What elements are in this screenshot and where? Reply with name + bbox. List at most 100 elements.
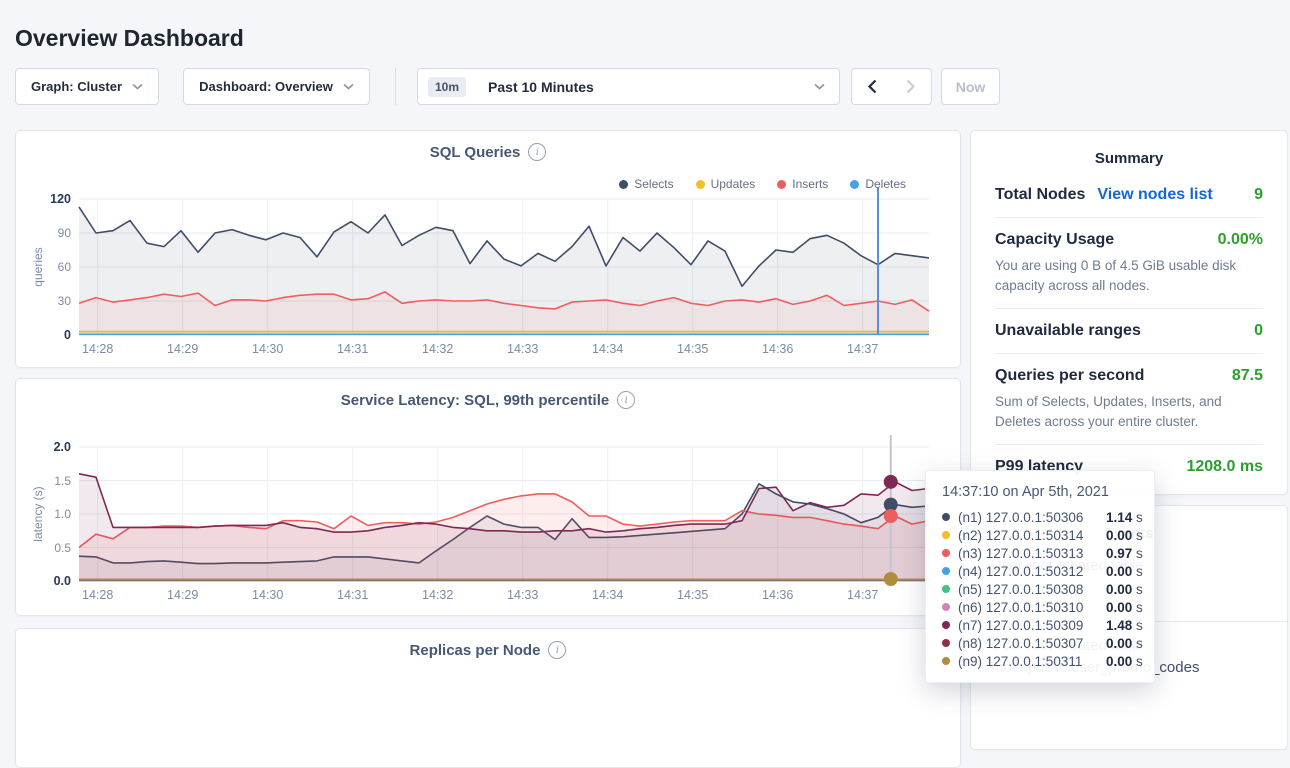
legend-dot [777, 180, 786, 189]
y-axis-tick: 90 [21, 226, 71, 240]
service-latency-chart[interactable]: 0.00.51.01.52.014:2814:2914:3014:3114:32… [16, 379, 960, 615]
x-axis-tick: 14:34 [578, 588, 638, 602]
node-color-dot [942, 531, 950, 539]
x-axis-tick: 14:32 [408, 342, 468, 356]
x-axis-tick: 14:33 [493, 342, 553, 356]
legend-label: Deletes [865, 177, 906, 191]
summary-panel: Summary Total Nodes View nodes list 9 Ca… [970, 130, 1288, 495]
page-title: Overview Dashboard [15, 25, 244, 52]
node-color-dot [942, 603, 950, 611]
node-latency-value: 1.14 [1106, 510, 1132, 525]
time-range-label: Past 10 Minutes [488, 79, 594, 95]
unavailable-ranges-label: Unavailable ranges [995, 322, 1141, 340]
x-axis-tick: 14:31 [323, 342, 383, 356]
service-latency-panel: 0.00.51.01.52.014:2814:2914:3014:3114:32… [15, 378, 961, 616]
view-nodes-list-link[interactable]: View nodes list [1097, 186, 1212, 204]
legend-item-deletes[interactable]: Deletes [850, 177, 906, 191]
node-latency-value: 0.00 [1106, 582, 1132, 597]
node-color-dot [942, 549, 950, 557]
time-range-badge: 10m [428, 77, 466, 97]
tooltip-timestamp: 14:37:10 on Apr 5th, 2021 [942, 484, 1138, 500]
x-axis-tick: 14:29 [153, 342, 213, 356]
node-color-dot [942, 639, 950, 647]
chart-title: Replicas per Node [410, 642, 541, 659]
latency-unit: s [1132, 600, 1143, 615]
legend-item-updates[interactable]: Updates [696, 177, 756, 191]
tooltip-row: (n7) 127.0.0.1:503091.48 s [942, 616, 1138, 634]
summary-row-unavailable-ranges: Unavailable ranges 0 [995, 309, 1263, 354]
summary-row-capacity: Capacity Usage 0.00% You are using 0 B o… [995, 218, 1263, 309]
legend-item-selects[interactable]: Selects [619, 177, 673, 191]
node-label: (n5) 127.0.0.1:50308 [958, 582, 1106, 597]
qps-label: Queries per second [995, 367, 1144, 385]
legend-label: Updates [711, 177, 756, 191]
info-glyph: i [536, 147, 539, 158]
chevron-right-icon [906, 79, 916, 94]
info-icon[interactable]: i [528, 143, 546, 161]
dashboard-dropdown[interactable]: Dashboard: Overview [183, 68, 370, 105]
y-axis-tick: 1.5 [21, 474, 71, 488]
summary-title: Summary [971, 131, 1287, 167]
legend-item-inserts[interactable]: Inserts [777, 177, 828, 191]
time-next-button[interactable] [891, 68, 932, 105]
tooltip-row: (n2) 127.0.0.1:503140.00 s [942, 526, 1138, 544]
node-label: (n8) 127.0.0.1:50307 [958, 636, 1106, 651]
x-axis-tick: 14:31 [323, 588, 383, 602]
y-axis-tick: 60 [21, 260, 71, 274]
y-axis-title: latency (s) [31, 464, 45, 564]
tooltip-row: (n1) 127.0.0.1:503061.14 s [942, 508, 1138, 526]
now-button[interactable]: Now [941, 68, 1000, 105]
node-label: (n2) 127.0.0.1:50314 [958, 528, 1106, 543]
x-axis-tick: 14:32 [408, 588, 468, 602]
chevron-down-icon [343, 83, 354, 90]
x-axis-tick: 14:35 [663, 342, 723, 356]
node-color-dot [942, 657, 950, 665]
node-label: (n3) 127.0.0.1:50313 [958, 546, 1106, 561]
total-nodes-value: 9 [1254, 186, 1263, 204]
tooltip-row: (n9) 127.0.0.1:503110.00 s [942, 652, 1138, 670]
x-axis-tick: 14:30 [238, 588, 298, 602]
latency-unit: s [1132, 636, 1143, 651]
capacity-usage-value: 0.00% [1218, 231, 1263, 249]
chevron-down-icon [132, 83, 143, 90]
node-latency-value: 0.00 [1106, 564, 1132, 579]
node-label: (n1) 127.0.0.1:50306 [958, 510, 1106, 525]
y-axis-tick: 0.0 [21, 574, 71, 588]
legend-dot [696, 180, 705, 189]
tooltip-row: (n3) 127.0.0.1:503130.97 s [942, 544, 1138, 562]
legend-dot [619, 180, 628, 189]
legend-label: Inserts [792, 177, 828, 191]
latency-unit: s [1132, 654, 1143, 669]
unavailable-ranges-value: 0 [1254, 322, 1263, 340]
info-icon[interactable]: i [548, 641, 566, 659]
x-axis-tick: 14:28 [68, 588, 128, 602]
time-range-dropdown[interactable]: 10m Past 10 Minutes [417, 68, 840, 105]
y-axis-tick: 120 [21, 192, 71, 206]
info-glyph: i [556, 645, 559, 656]
chart-title: SQL Queries [430, 144, 521, 161]
node-color-dot [942, 567, 950, 575]
x-axis-tick: 14:37 [833, 342, 893, 356]
toolbar-divider [395, 68, 396, 105]
node-latency-value: 0.00 [1106, 600, 1132, 615]
capacity-usage-desc: You are using 0 B of 4.5 GiB usable disk… [995, 256, 1263, 295]
node-latency-value: 0.00 [1106, 528, 1132, 543]
sql-queries-chart[interactable]: 030609012014:2814:2914:3014:3114:3214:33… [16, 131, 960, 367]
node-latency-value: 0.00 [1106, 654, 1132, 669]
tooltip-row: (n5) 127.0.0.1:503080.00 s [942, 580, 1138, 598]
chart-title: Service Latency: SQL, 99th percentile [341, 392, 609, 409]
x-axis-tick: 14:28 [68, 342, 128, 356]
total-nodes-label: Total Nodes [995, 186, 1085, 204]
sql-queries-panel: 030609012014:2814:2914:3014:3114:3214:33… [15, 130, 961, 368]
x-axis-tick: 14:36 [748, 588, 808, 602]
y-axis-tick: 0 [21, 328, 71, 342]
x-axis-tick: 14:29 [153, 588, 213, 602]
info-icon[interactable]: i [617, 391, 635, 409]
capacity-usage-label: Capacity Usage [995, 231, 1114, 249]
time-prev-button[interactable] [851, 68, 892, 105]
y-axis-tick: 0.5 [21, 541, 71, 555]
x-axis-tick: 14:35 [663, 588, 723, 602]
graph-dropdown[interactable]: Graph: Cluster [15, 68, 159, 105]
node-color-dot [942, 621, 950, 629]
node-latency-value: 0.97 [1106, 546, 1132, 561]
